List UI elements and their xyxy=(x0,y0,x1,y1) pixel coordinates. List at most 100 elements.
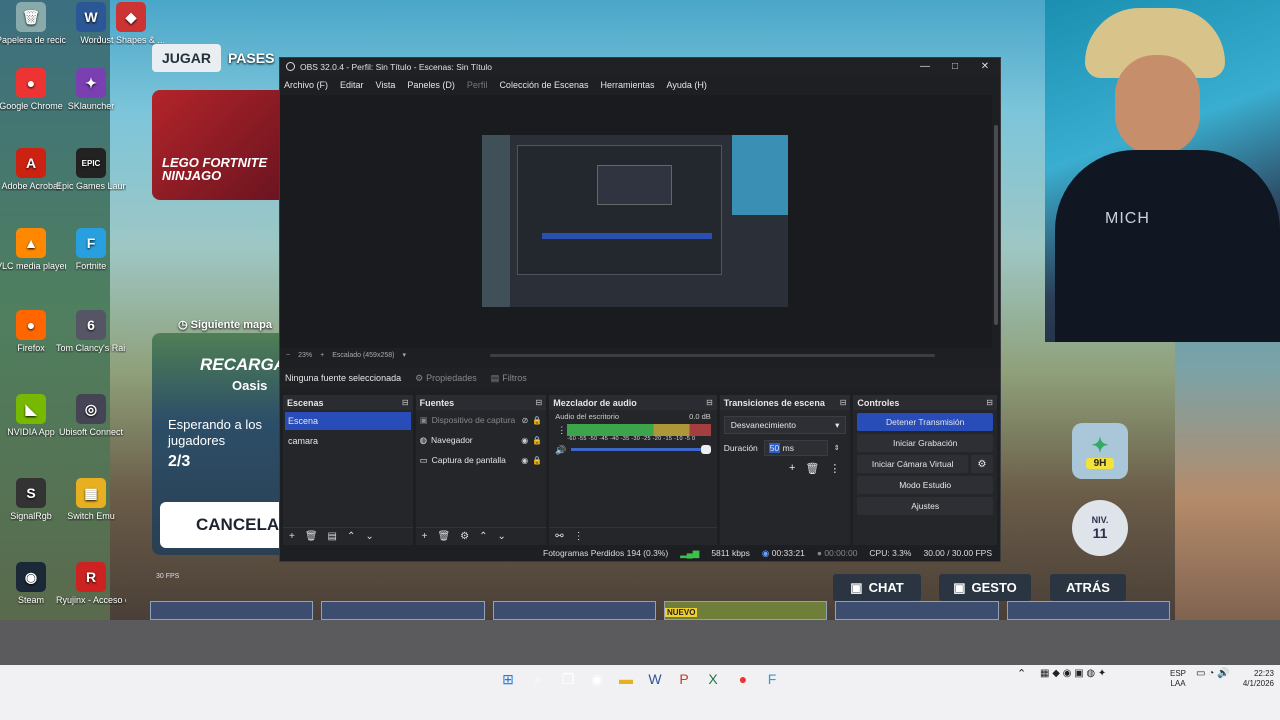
thumbnail[interactable] xyxy=(321,601,485,620)
move-down-icon[interactable]: ⌄ xyxy=(365,531,373,542)
maximize-icon[interactable]: □ xyxy=(940,58,970,75)
gesto-button[interactable]: ▣ GESTO xyxy=(939,574,1031,601)
speaker-icon[interactable]: 🔊 xyxy=(555,445,566,456)
file-explorer-icon[interactable]: ▬ xyxy=(616,669,636,689)
source-item[interactable]: ▭ Captura de pantalla ◉ 🔒 xyxy=(416,450,547,470)
scroll-thumb[interactable] xyxy=(994,125,998,325)
move-up-icon[interactable]: ⌃ xyxy=(479,531,487,542)
menu-item[interactable]: Archivo (F) xyxy=(284,80,328,90)
zoom-out-icon[interactable]: − xyxy=(286,352,290,359)
powerpoint-icon[interactable]: P xyxy=(674,669,694,689)
duration-input[interactable]: 50 ms xyxy=(763,440,828,456)
link-icon[interactable]: ⚯ xyxy=(555,531,563,542)
add-icon[interactable]: + xyxy=(789,462,795,475)
move-up-icon[interactable]: ⌃ xyxy=(347,531,355,542)
eye-icon[interactable]: ◉ xyxy=(521,436,528,445)
word-icon[interactable]: W xyxy=(645,669,665,689)
desktop-icon[interactable]: 6 Tom Clancy's Rainbow Six xyxy=(56,310,126,353)
chrome-icon[interactable]: ● xyxy=(733,669,753,689)
preview-hscrollbar[interactable] xyxy=(490,354,935,357)
source-item[interactable]: ▣ Dispositivo de captura ⊘ 🔒 xyxy=(416,410,547,430)
game-tab-jugar[interactable]: JUGAR xyxy=(152,44,222,72)
desktop-icon[interactable]: ◎ Ubisoft Connect xyxy=(56,394,126,437)
preview-canvas[interactable] xyxy=(482,135,788,307)
scale-dropdown-icon[interactable]: ▾ xyxy=(402,351,406,359)
thumbnail[interactable]: NUEVO xyxy=(663,601,828,620)
thumbnail[interactable] xyxy=(1006,601,1170,620)
volume-knob[interactable] xyxy=(701,445,712,454)
more-icon[interactable]: ⋮ xyxy=(574,531,584,542)
filter-icon[interactable]: ▤ xyxy=(328,531,337,542)
dock-undock-icon[interactable]: ⊟ xyxy=(706,398,713,407)
volume-slider[interactable] xyxy=(571,445,712,454)
more-icon[interactable]: ⋮ xyxy=(829,462,840,475)
atras-button[interactable]: ATRÁS xyxy=(1050,574,1126,601)
eye-icon[interactable]: ◉ xyxy=(521,456,528,465)
menu-item[interactable]: Vista xyxy=(376,80,396,90)
gear-icon[interactable]: ⚙ xyxy=(970,455,993,473)
thumbnail[interactable] xyxy=(492,601,656,620)
stop-stream-button[interactable]: Detener Transmisión xyxy=(857,413,993,431)
clock[interactable]: 22:23 4/1/2026 xyxy=(1232,669,1274,689)
dock-undock-icon[interactable]: ⊟ xyxy=(402,398,409,407)
desktop-icon[interactable]: ▦ Switch Emu xyxy=(56,478,126,521)
properties-button[interactable]: ⚙ Propiedades xyxy=(415,373,477,384)
spinner-icon[interactable]: ⇕ xyxy=(834,444,840,452)
trash-icon[interactable]: 🗑 xyxy=(805,462,819,475)
dock-undock-icon[interactable]: ⊟ xyxy=(536,398,543,407)
transition-select[interactable]: Desvanecimiento ▾ xyxy=(723,416,847,434)
menu-item[interactable]: Ayuda (H) xyxy=(667,80,707,90)
scene-item[interactable]: camara xyxy=(285,432,411,450)
minimize-icon[interactable]: — xyxy=(910,58,940,75)
add-icon[interactable]: + xyxy=(422,531,428,542)
studio-mode-button[interactable]: Modo Estudio xyxy=(857,476,993,494)
excel-icon[interactable]: X xyxy=(703,669,723,689)
desktop-icon[interactable]: EPIC Epic Games Launcher xyxy=(56,148,126,191)
level-badge[interactable]: NIV. 11 xyxy=(1072,500,1128,556)
more-icon[interactable]: ⋮ xyxy=(557,425,566,436)
fortnite-icon[interactable]: F xyxy=(762,669,782,689)
add-icon[interactable]: + xyxy=(289,531,295,542)
start-recording-button[interactable]: Iniciar Grabación xyxy=(857,434,993,452)
preview-vscrollbar[interactable] xyxy=(992,95,1000,348)
desktop-icon[interactable]: ◆ Just Shapes & ... xyxy=(96,2,166,45)
preview-area[interactable] xyxy=(280,95,992,348)
trash-icon[interactable]: 🗑 xyxy=(437,531,450,542)
cancel-button[interactable]: CANCELAR xyxy=(160,502,291,548)
chat-button[interactable]: ▣ CHAT xyxy=(833,574,921,601)
menu-item[interactable]: Perfil xyxy=(467,80,488,90)
menu-item[interactable]: Herramientas xyxy=(601,80,655,90)
search-icon[interactable]: ⌕ xyxy=(528,669,548,689)
menu-item[interactable]: Editar xyxy=(340,80,364,90)
thumbnail[interactable] xyxy=(150,601,314,620)
tray-app-icons[interactable]: ▦ ◆ ◉ ▣ ◍ ✦ xyxy=(1040,669,1106,679)
windows-start-icon[interactable]: ⊞ xyxy=(498,669,518,689)
dock-undock-icon[interactable]: ⊟ xyxy=(840,398,847,407)
trash-icon[interactable]: 🗑 xyxy=(305,531,318,542)
zoom-in-icon[interactable]: + xyxy=(320,352,324,359)
lock-icon[interactable]: 🔒 xyxy=(532,436,542,445)
scene-item[interactable]: Escena xyxy=(285,412,411,430)
dock-undock-icon[interactable]: ⊟ xyxy=(986,398,993,407)
eye-slash-icon[interactable]: ⊘ xyxy=(522,416,529,425)
task-view-icon[interactable]: ❐ xyxy=(558,669,578,689)
lock-icon[interactable]: 🔒 xyxy=(532,456,542,465)
lock-icon[interactable]: 🔒 xyxy=(532,416,542,425)
game-tab-pases[interactable]: PASES xyxy=(218,44,284,72)
close-icon[interactable]: ✕ xyxy=(970,58,1000,75)
settings-button[interactable]: Ajustes xyxy=(857,497,993,515)
move-down-icon[interactable]: ⌄ xyxy=(498,531,506,542)
menu-item[interactable]: Paneles (D) xyxy=(407,80,455,90)
gear-icon[interactable]: ⚙ xyxy=(460,531,469,542)
desktop-icon[interactable]: F Fortnite xyxy=(56,228,126,271)
tray-overflow-icon[interactable]: ⌃ xyxy=(1017,669,1026,680)
language-indicator[interactable]: ESP LAA xyxy=(1168,669,1188,689)
thumbnail[interactable] xyxy=(835,601,999,620)
menu-item[interactable]: Colección de Escenas xyxy=(499,80,588,90)
desktop-icon[interactable]: ✦ SKlauncher xyxy=(56,68,126,111)
lego-fortnite-card[interactable]: LEGO FORTNITE NINJAGO xyxy=(152,90,282,200)
desktop-icon[interactable]: R Ryujinx - Acceso dir xyxy=(56,562,126,605)
filters-button[interactable]: ▤ Filtros xyxy=(491,373,527,384)
battle-pass-badge[interactable]: ✦ 9H xyxy=(1072,423,1128,479)
obs-taskbar-icon[interactable]: ◉ xyxy=(587,669,607,689)
